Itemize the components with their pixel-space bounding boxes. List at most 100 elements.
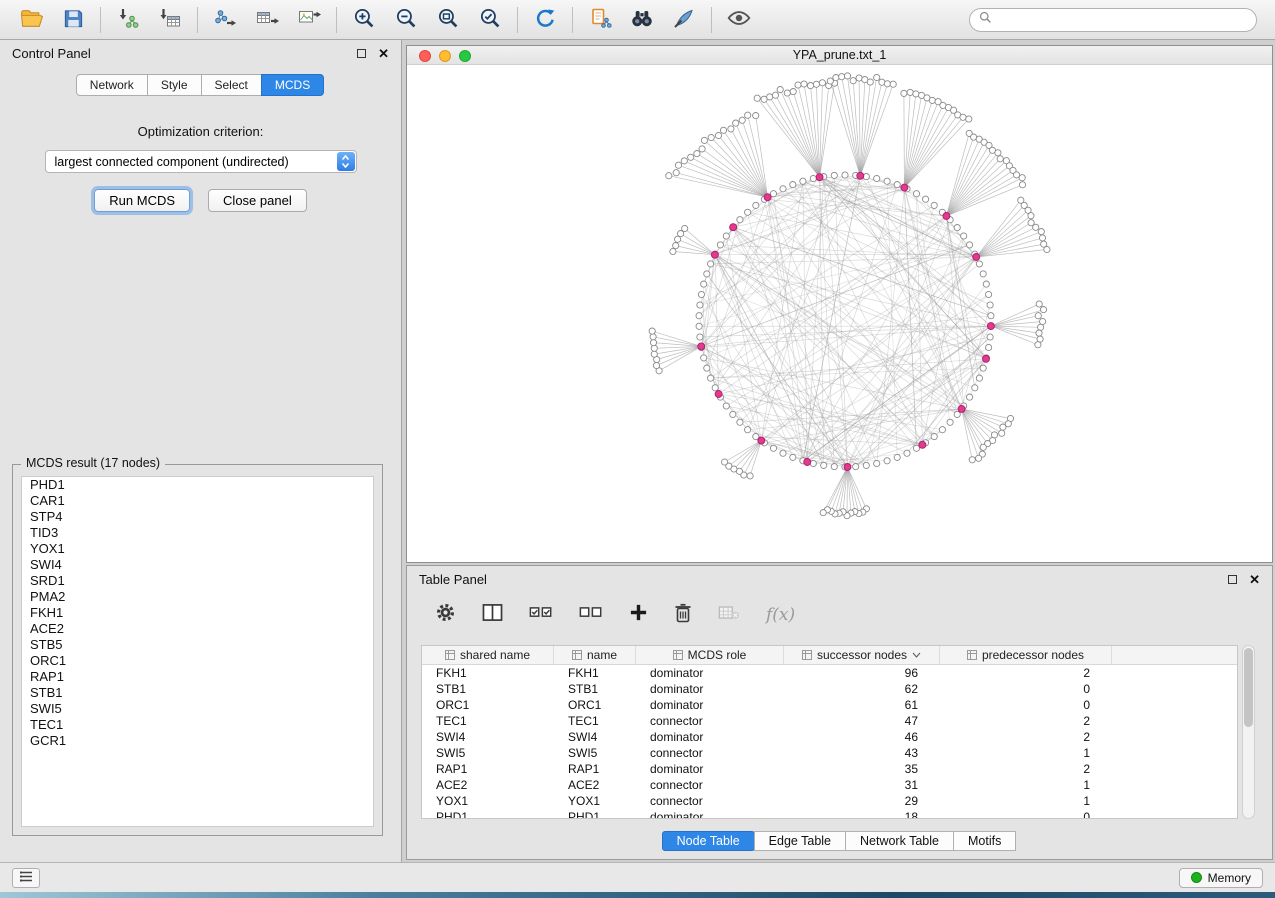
table-row[interactable]: SWI4SWI4dominator462 xyxy=(422,729,1237,745)
import-network-button[interactable] xyxy=(107,4,149,36)
deselect-all-button[interactable] xyxy=(579,604,603,626)
mcds-result-item[interactable]: PMA2 xyxy=(22,589,373,605)
show-hide-button[interactable] xyxy=(718,4,760,36)
panel-menu-button[interactable] xyxy=(12,868,40,888)
mcds-result-item[interactable]: STB1 xyxy=(22,685,373,701)
mcds-result-item[interactable]: STB5 xyxy=(22,637,373,653)
mcds-result-item[interactable]: RAP1 xyxy=(22,669,373,685)
table-cell: RAP1 xyxy=(422,762,554,776)
table-cell: 62 xyxy=(784,682,940,696)
window-close-icon[interactable] xyxy=(419,50,431,62)
table-cell: FKH1 xyxy=(554,666,636,680)
delete-column-button[interactable] xyxy=(674,603,692,628)
mcds-result-item[interactable]: TID3 xyxy=(22,525,373,541)
add-column-button[interactable] xyxy=(629,603,648,627)
table-row[interactable]: YOX1YOX1connector291 xyxy=(422,793,1237,809)
tab-network[interactable]: Network xyxy=(76,74,148,96)
mcds-result-item[interactable]: CAR1 xyxy=(22,493,373,509)
dropdown-value: largest connected component (undirected) xyxy=(55,155,289,169)
tab-motifs[interactable]: Motifs xyxy=(953,831,1016,851)
import-table-icon xyxy=(158,6,182,33)
window-minimize-icon[interactable] xyxy=(439,50,451,62)
table-row[interactable]: PHD1PHD1dominator180 xyxy=(422,809,1237,819)
window-maximize-icon[interactable] xyxy=(459,50,471,62)
filter-brush-icon xyxy=(672,6,696,33)
mcds-result-item[interactable]: SWI4 xyxy=(22,557,373,573)
zoom-in-button[interactable] xyxy=(343,4,385,36)
float-panel-icon[interactable] xyxy=(357,49,366,58)
network-graph[interactable] xyxy=(407,65,1272,562)
select-all-button[interactable] xyxy=(529,604,553,626)
clone-network-button[interactable] xyxy=(579,4,621,36)
table-cell: 0 xyxy=(940,810,1112,819)
mcds-result-list[interactable]: PHD1CAR1STP4TID3YOX1SWI4SRD1PMA2FKH1ACE2… xyxy=(21,476,374,827)
export-network-button[interactable] xyxy=(204,4,246,36)
search-network-button[interactable] xyxy=(621,4,663,36)
table-scrollbar[interactable] xyxy=(1242,645,1255,819)
search-input[interactable] xyxy=(998,13,1247,27)
close-panel-icon[interactable]: ✕ xyxy=(1249,573,1260,586)
mcds-result-item[interactable]: PHD1 xyxy=(22,477,373,493)
table-row[interactable]: STB1STB1dominator620 xyxy=(422,681,1237,697)
mcds-result-item[interactable]: ORC1 xyxy=(22,653,373,669)
mcds-result-item[interactable]: STP4 xyxy=(22,509,373,525)
table-scrollbar-thumb[interactable] xyxy=(1244,648,1253,727)
table-row[interactable]: TEC1TEC1connector472 xyxy=(422,713,1237,729)
table-row[interactable]: ACE2ACE2connector311 xyxy=(422,777,1237,793)
close-panel-icon[interactable]: ✕ xyxy=(378,47,389,60)
optimization-criterion-select[interactable]: largest connected component (undirected) xyxy=(45,150,357,173)
column-header-MCDS-role[interactable]: MCDS role xyxy=(636,646,784,664)
save-floppy-icon xyxy=(62,7,85,33)
filter-brush-button[interactable] xyxy=(663,4,705,36)
tab-style[interactable]: Style xyxy=(147,74,202,96)
table-cell: 2 xyxy=(940,714,1112,728)
memory-label: Memory xyxy=(1208,871,1251,885)
column-header-successor-nodes[interactable]: successor nodes xyxy=(784,646,940,664)
zoom-fit-button[interactable] xyxy=(427,4,469,36)
tab-mcds[interactable]: MCDS xyxy=(261,74,324,96)
export-image-button[interactable] xyxy=(288,4,330,36)
global-search[interactable] xyxy=(969,8,1257,32)
mcds-result-item[interactable]: YOX1 xyxy=(22,541,373,557)
mcds-result-item[interactable]: ACE2 xyxy=(22,621,373,637)
import-table-button[interactable] xyxy=(149,4,191,36)
dropdown-stepper-icon xyxy=(337,152,355,171)
column-options-icon xyxy=(802,650,812,660)
table-row[interactable]: RAP1RAP1dominator352 xyxy=(422,761,1237,777)
column-header-predecessor-nodes[interactable]: predecessor nodes xyxy=(940,646,1112,664)
save-session-button[interactable] xyxy=(52,4,94,36)
delete-table-button-disabled[interactable] xyxy=(718,605,740,626)
mcds-result-item[interactable]: GCR1 xyxy=(22,733,373,749)
mcds-result-item[interactable]: SRD1 xyxy=(22,573,373,589)
function-builder-button[interactable]: f(x) xyxy=(766,605,795,625)
refresh-button[interactable] xyxy=(524,4,566,36)
zoom-selected-button[interactable] xyxy=(469,4,511,36)
tab-node-table[interactable]: Node Table xyxy=(662,831,755,851)
mcds-result-item[interactable]: SWI5 xyxy=(22,701,373,717)
run-mcds-button[interactable]: Run MCDS xyxy=(94,189,190,212)
zoom-out-button[interactable] xyxy=(385,4,427,36)
open-file-button[interactable] xyxy=(10,4,52,36)
float-panel-icon[interactable] xyxy=(1228,575,1237,584)
table-row[interactable]: FKH1FKH1dominator962 xyxy=(422,665,1237,681)
column-label: shared name xyxy=(460,648,530,662)
tab-edge-table[interactable]: Edge Table xyxy=(754,831,846,851)
tab-select[interactable]: Select xyxy=(201,74,262,96)
table-settings-button[interactable] xyxy=(435,602,456,628)
table-cell: 1 xyxy=(940,778,1112,792)
mcds-result-item[interactable]: FKH1 xyxy=(22,605,373,621)
table-row[interactable]: ORC1ORC1dominator610 xyxy=(422,697,1237,713)
network-window-titlebar[interactable]: YPA_prune.txt_1 xyxy=(407,46,1272,65)
network-canvas[interactable] xyxy=(407,65,1272,562)
mcds-result-item[interactable]: TEC1 xyxy=(22,717,373,733)
node-table: shared name nameMCDS rolesuccessor nodesp… xyxy=(421,645,1238,819)
table-row[interactable]: SWI5SWI5connector431 xyxy=(422,745,1237,761)
export-table-button[interactable] xyxy=(246,4,288,36)
show-columns-button[interactable] xyxy=(482,603,503,627)
tab-network-table[interactable]: Network Table xyxy=(845,831,954,851)
column-header-shared-name[interactable]: shared name xyxy=(422,646,554,664)
table-cell: connector xyxy=(636,794,784,808)
memory-button[interactable]: Memory xyxy=(1179,868,1263,888)
close-panel-button[interactable]: Close panel xyxy=(208,189,307,212)
column-header-name[interactable]: name xyxy=(554,646,636,664)
